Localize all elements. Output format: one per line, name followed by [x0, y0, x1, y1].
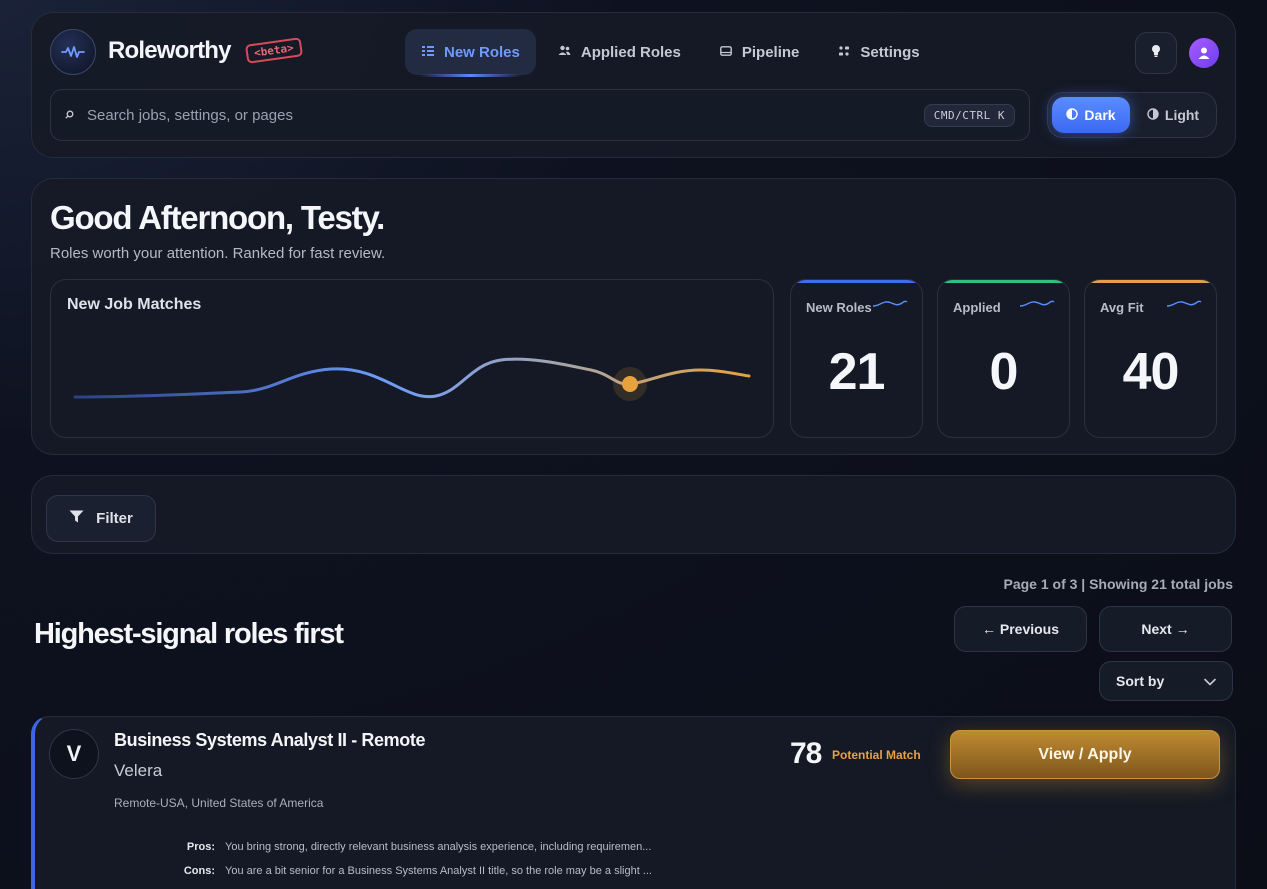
sparkline-icon — [872, 300, 908, 307]
half-circle-icon — [1066, 107, 1079, 123]
sort-label: Sort by — [1116, 673, 1165, 689]
section-title: Highest-signal roles first — [34, 618, 344, 650]
filter-bar: Filter — [31, 475, 1236, 554]
sparkline-icon — [1166, 300, 1202, 307]
main-nav: New Roles Applied Roles Pipeline Setting… — [405, 29, 936, 77]
pros-row: Pros: You bring strong, directly relevan… — [165, 841, 652, 853]
match-label: Potential Match — [832, 748, 921, 762]
sparkline-icon — [1019, 300, 1055, 307]
stat-new-roles: New Roles 21 — [790, 279, 923, 438]
nav-label: Applied Roles — [580, 43, 681, 61]
stat-accent-bar — [1085, 280, 1216, 283]
search-bar[interactable]: Search jobs, settings, or pages CMD/CTRL… — [50, 89, 1030, 141]
grid-icon — [837, 45, 851, 60]
stat-label: New Roles — [806, 300, 872, 315]
beta-badge: <beta> — [244, 37, 303, 64]
stat-avg-fit: Avg Fit 40 — [1084, 279, 1217, 438]
match-score: 78 — [790, 737, 822, 770]
job-matches-chart: New Job Matches — [50, 279, 774, 438]
theme-dark-label: Dark — [1084, 107, 1116, 123]
stat-value: 40 — [1122, 343, 1180, 401]
job-title[interactable]: Business Systems Analyst II - Remote — [114, 730, 425, 751]
inbox-icon — [719, 45, 733, 59]
stat-value: 0 — [989, 343, 1019, 401]
keyboard-shortcut: CMD/CTRL K — [923, 103, 1015, 127]
nav-label: New Roles — [444, 43, 520, 61]
theme-light-button[interactable]: Light — [1134, 97, 1212, 133]
stat-accent-bar — [791, 280, 922, 283]
theme-light-label: Light — [1164, 107, 1200, 123]
nav-applied-roles[interactable]: Applied Roles — [542, 29, 697, 75]
stat-label: Avg Fit — [1100, 300, 1144, 315]
nav-settings[interactable]: Settings — [821, 29, 935, 75]
avatar[interactable] — [1189, 38, 1219, 68]
filter-button[interactable]: Filter — [46, 495, 156, 542]
pagination-info: Page 1 of 3 | Showing 21 total jobs — [1003, 576, 1233, 592]
sort-dropdown[interactable]: Sort by — [1099, 661, 1233, 701]
users-icon — [558, 45, 572, 59]
stat-applied: Applied 0 — [937, 279, 1070, 438]
logo-icon[interactable] — [50, 29, 96, 75]
job-card[interactable]: V Business Systems Analyst II - Remote V… — [31, 716, 1236, 889]
filter-label: Filter — [96, 510, 133, 527]
cons-label: Cons: — [183, 865, 215, 877]
chevron-down-icon — [1204, 673, 1216, 689]
search-icon — [65, 108, 75, 122]
nav-label: Settings — [860, 43, 920, 61]
previous-button[interactable]: ← Previous — [954, 606, 1087, 652]
search-input[interactable]: Search jobs, settings, or pages — [87, 107, 924, 124]
cons-row: Cons: You are a bit senior for a Busines… — [165, 865, 652, 877]
dashboard-summary: Good Afternoon, Testy. Roles worth your … — [31, 178, 1236, 455]
half-circle-icon — [1147, 107, 1159, 123]
pros-text: You bring strong, directly relevant busi… — [225, 841, 652, 853]
page-title: Good Afternoon, Testy. — [50, 199, 385, 236]
trend-line — [73, 357, 751, 401]
nav-pipeline[interactable]: Pipeline — [703, 29, 816, 75]
filter-icon — [69, 510, 84, 527]
stat-value: 21 — [828, 343, 886, 401]
lightbulb-icon — [1151, 44, 1161, 63]
stat-label: Applied — [953, 300, 1001, 315]
page-subtitle: Roles worth your attention. Ranked for f… — [50, 245, 386, 262]
nav-new-roles[interactable]: New Roles — [405, 29, 536, 77]
brand-name[interactable]: Roleworthy — [108, 37, 231, 65]
theme-toggle: Dark Light — [1047, 92, 1217, 138]
theme-dark-button[interactable]: Dark — [1052, 97, 1130, 133]
next-button[interactable]: Next → — [1099, 606, 1232, 652]
lightbulb-button[interactable] — [1135, 32, 1177, 74]
list-icon — [421, 45, 435, 60]
view-apply-button[interactable]: View / Apply — [950, 730, 1220, 779]
stat-accent-bar — [938, 280, 1069, 283]
top-header: Roleworthy <beta> New Roles Applied Role… — [31, 12, 1236, 158]
job-company: Velera — [114, 761, 163, 780]
pros-label: Pros: — [186, 841, 215, 853]
cons-text: You are a bit senior for a Business Syst… — [225, 865, 652, 877]
nav-label: Pipeline — [741, 43, 800, 61]
job-location: Remote-USA, United States of America — [114, 796, 324, 810]
company-avatar: V — [49, 729, 99, 779]
